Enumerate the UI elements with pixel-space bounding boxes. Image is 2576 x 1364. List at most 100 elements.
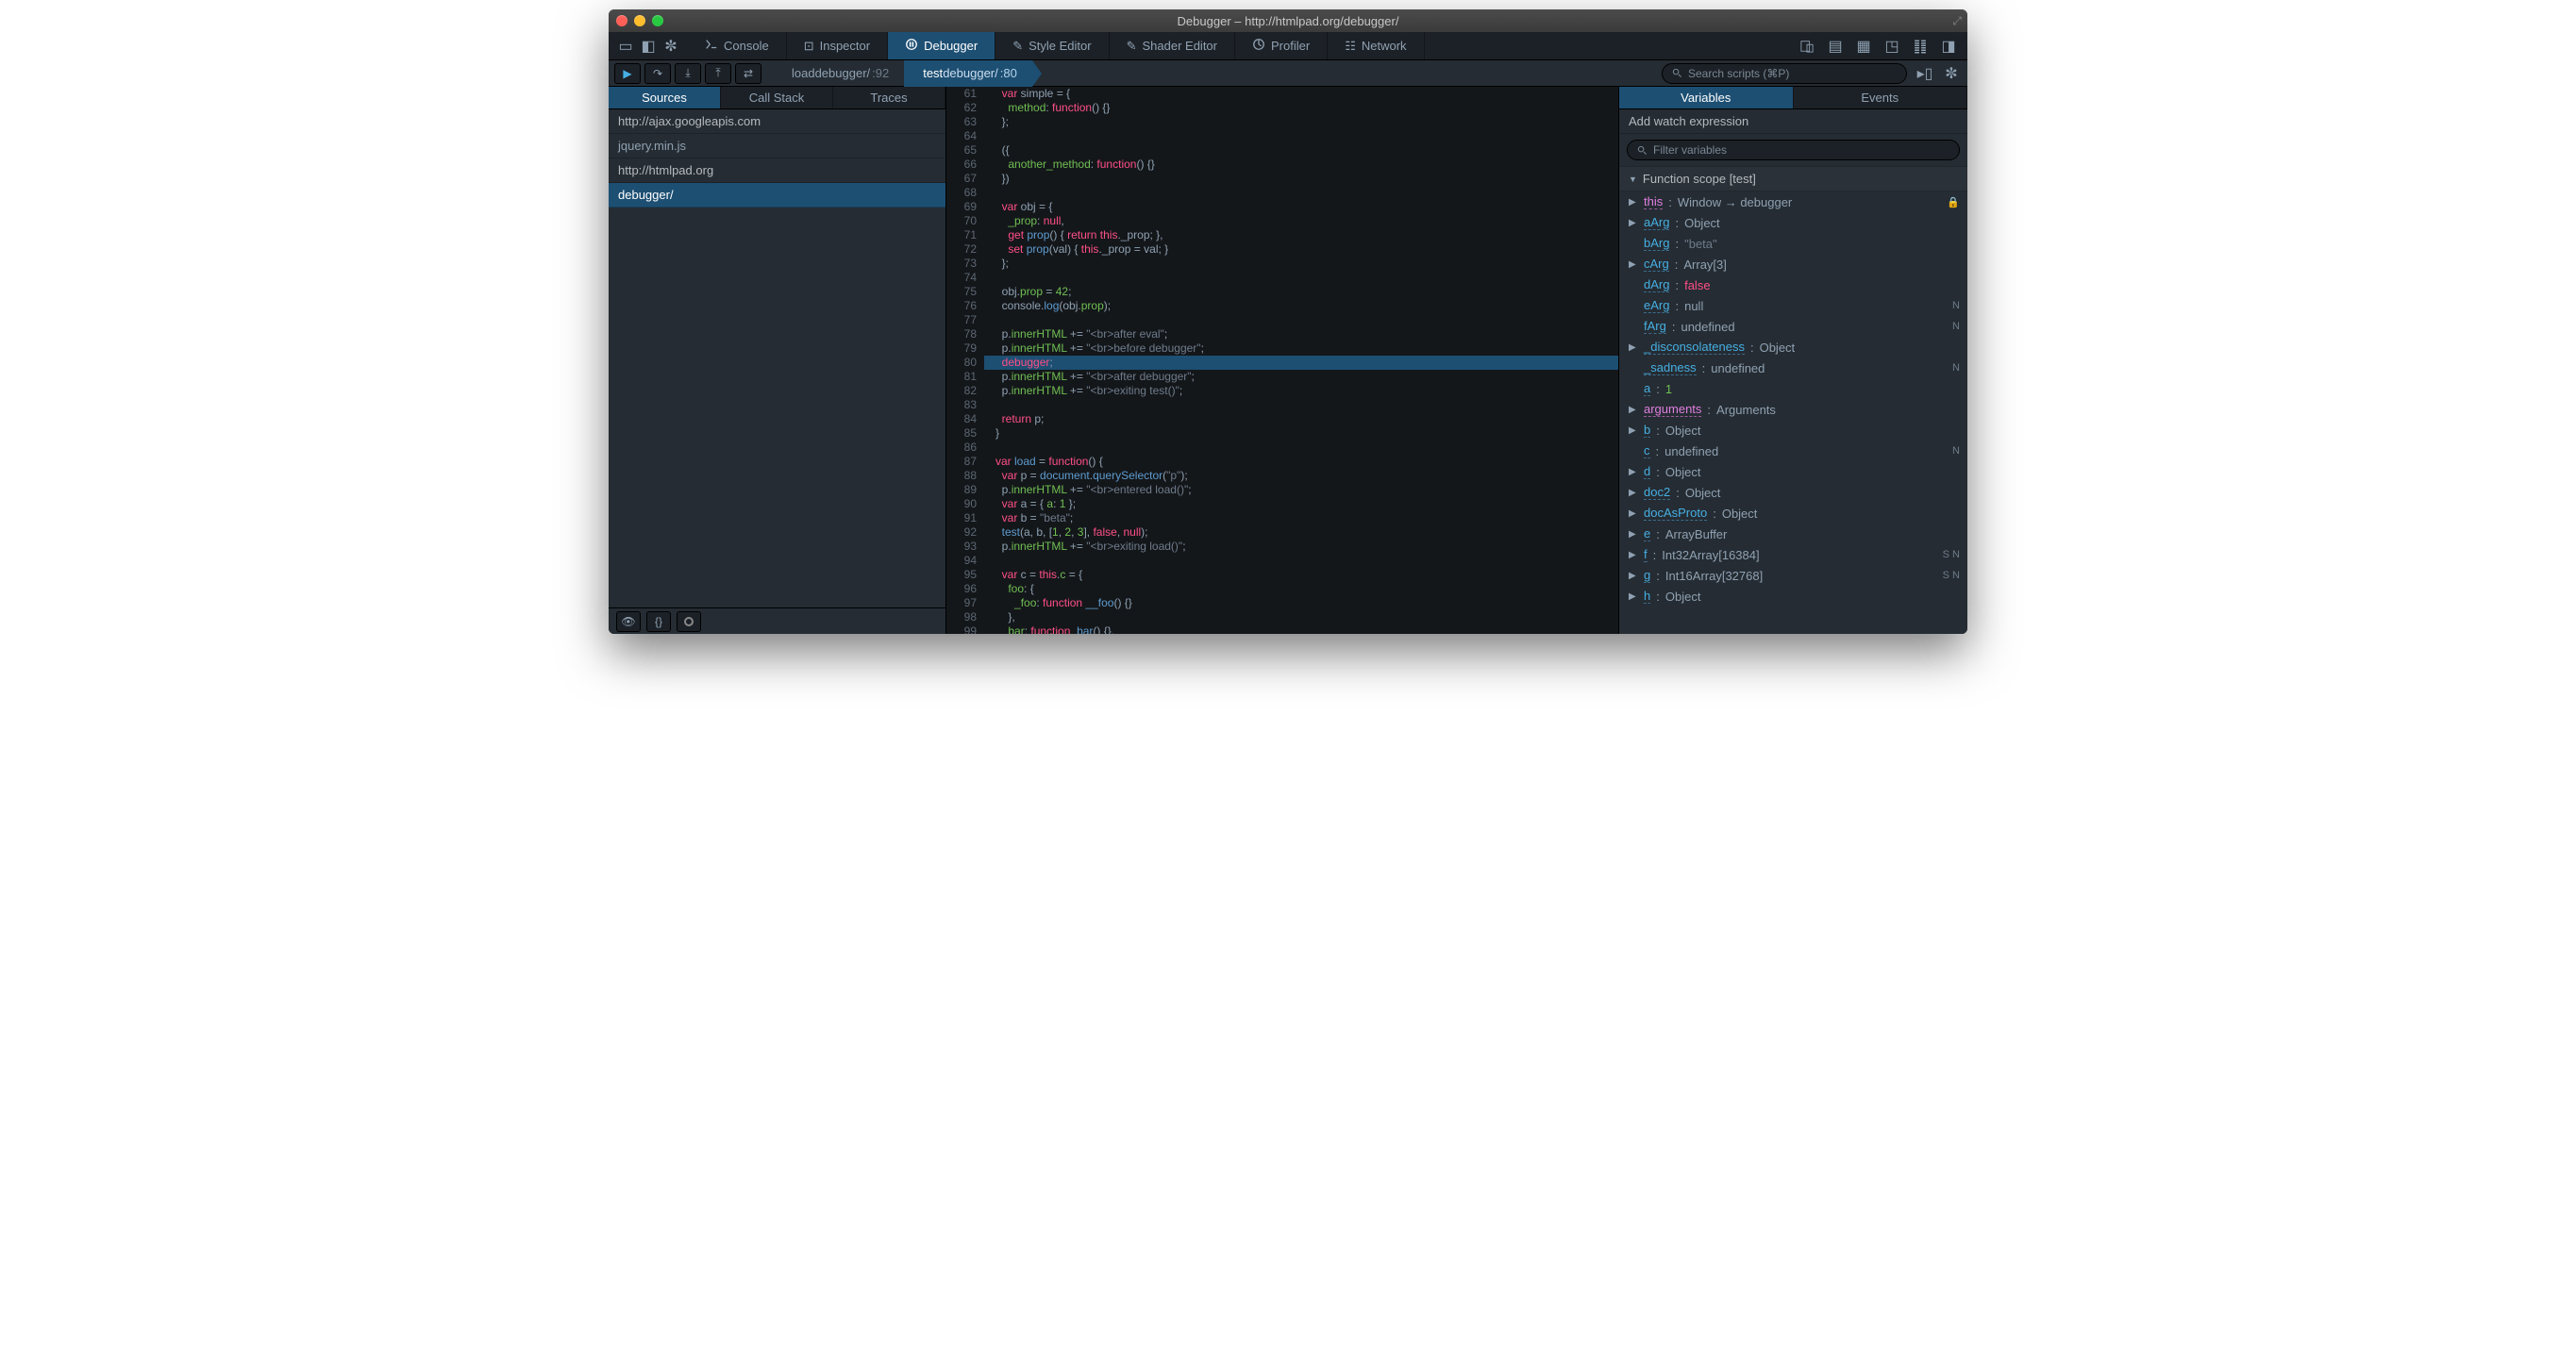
scope-header[interactable]: ▼ Function scope [test] — [1619, 166, 1967, 191]
line-number[interactable]: 69 — [946, 200, 977, 214]
debugger-options-icon[interactable]: ✼ — [1941, 63, 1962, 84]
code-line[interactable]: p.innerHTML += "<br>before debugger"; — [984, 341, 1618, 356]
code-line[interactable]: console.log(obj.prop); — [984, 299, 1618, 313]
line-number[interactable]: 64 — [946, 129, 977, 143]
maximize-icon[interactable]: ⤢ — [1952, 14, 1962, 28]
code-line[interactable]: var load = function() { — [984, 455, 1618, 469]
line-number[interactable]: 83 — [946, 398, 977, 412]
code-line[interactable]: test(a, b, [1, 2, 3], false, null); — [984, 525, 1618, 540]
code-line[interactable] — [984, 271, 1618, 285]
line-number[interactable]: 75 — [946, 285, 977, 299]
line-number[interactable]: 70 — [946, 214, 977, 228]
line-number[interactable]: 98 — [946, 610, 977, 624]
code-line[interactable]: method: function() {} — [984, 101, 1618, 115]
split-view-icon[interactable]: ◧ — [639, 37, 658, 56]
source-item[interactable]: debugger/ — [609, 183, 945, 208]
variable-row[interactable]: ▶cArg: Array[3] — [1619, 254, 1967, 274]
variable-row[interactable]: ▶f: Int32Array[16384]S N — [1619, 544, 1967, 565]
right-tab-events[interactable]: Events — [1794, 87, 1968, 108]
right-tab-variables[interactable]: Variables — [1619, 87, 1794, 108]
left-tab-sources[interactable]: Sources — [609, 87, 721, 108]
variable-row[interactable]: ▶b: Object — [1619, 420, 1967, 441]
variable-row[interactable]: ▶this: Window → debugger🔒 — [1619, 191, 1967, 212]
line-number[interactable]: 67 — [946, 172, 977, 186]
line-number[interactable]: 91 — [946, 511, 977, 525]
variable-row[interactable]: ▶e: ArrayBuffer — [1619, 524, 1967, 544]
code-line[interactable]: debugger; — [984, 356, 1618, 370]
line-number[interactable]: 62 — [946, 101, 977, 115]
code-line[interactable]: } — [984, 426, 1618, 441]
variable-row[interactable]: ▶arguments: Arguments — [1619, 399, 1967, 420]
code-line[interactable]: foo: { — [984, 582, 1618, 596]
toggle-panes-button[interactable]: ▸▯ — [1915, 63, 1935, 84]
pretty-print-button[interactable]: {} — [646, 611, 671, 632]
variable-row[interactable]: ▶g: Int16Array[32768]S N — [1619, 565, 1967, 586]
code-line[interactable]: var c = this.c = { — [984, 568, 1618, 582]
left-tab-call-stack[interactable]: Call Stack — [721, 87, 833, 108]
line-number[interactable]: 90 — [946, 497, 977, 511]
line-number[interactable]: 72 — [946, 242, 977, 257]
line-number[interactable]: 79 — [946, 341, 977, 356]
step-over-button[interactable]: ↷ — [644, 63, 671, 84]
variable-row[interactable]: ▶h: Object — [1619, 586, 1967, 607]
line-number[interactable]: 81 — [946, 370, 977, 384]
code-line[interactable]: p.innerHTML += "<br>after eval"; — [984, 327, 1618, 341]
line-number[interactable]: 86 — [946, 441, 977, 455]
tool-tab-inspector[interactable]: ⊡Inspector — [787, 32, 888, 59]
line-number[interactable]: 68 — [946, 186, 977, 200]
trace-record-button[interactable] — [677, 611, 701, 632]
variable-row[interactable]: ▶docAsProto: Object — [1619, 503, 1967, 524]
toggle-breakpoints-button[interactable]: ⇄ — [735, 63, 761, 84]
variable-row[interactable]: ▶doc2: Object — [1619, 482, 1967, 503]
code-line[interactable]: var a = { a: 1 }; — [984, 497, 1618, 511]
variable-row[interactable]: dArg: false — [1619, 274, 1967, 295]
iframe-picker-icon[interactable]: ▭ — [616, 37, 635, 56]
step-in-button[interactable]: ⤓ — [675, 63, 701, 84]
code-line[interactable]: }, — [984, 610, 1618, 624]
stack-frame[interactable]: test debugger/:80 — [904, 60, 1032, 87]
line-number[interactable]: 74 — [946, 271, 977, 285]
variable-row[interactable]: ▶_disconsolateness: Object — [1619, 337, 1967, 358]
code-line[interactable]: _prop: null, — [984, 214, 1618, 228]
dock-side-icon[interactable]: ◨ — [1939, 37, 1958, 56]
variable-row[interactable]: ▶aArg: Object — [1619, 212, 1967, 233]
line-number[interactable]: 95 — [946, 568, 977, 582]
eyedropper-icon[interactable]: ䷁ — [1911, 37, 1930, 56]
code-line[interactable]: another_method: function() {} — [984, 158, 1618, 172]
code-line[interactable]: p.innerHTML += "<br>entered load()"; — [984, 483, 1618, 497]
line-number[interactable]: 97 — [946, 596, 977, 610]
line-number[interactable]: 92 — [946, 525, 977, 540]
line-number[interactable]: 89 — [946, 483, 977, 497]
code-line[interactable]: ({ — [984, 143, 1618, 158]
line-number[interactable]: 84 — [946, 412, 977, 426]
variable-row[interactable]: ▶d: Object — [1619, 461, 1967, 482]
code-line[interactable]: p.innerHTML += "<br>exiting test()"; — [984, 384, 1618, 398]
line-number[interactable]: 76 — [946, 299, 977, 313]
code-line[interactable]: }; — [984, 257, 1618, 271]
stack-frame[interactable]: load debugger/:92 — [773, 60, 904, 87]
line-number[interactable]: 85 — [946, 426, 977, 441]
code-line[interactable] — [984, 441, 1618, 455]
code-line[interactable] — [984, 313, 1618, 327]
variable-row[interactable]: c: undefinedN — [1619, 441, 1967, 461]
toggle-blackbox-button[interactable]: 👁 — [616, 611, 641, 632]
code-line[interactable] — [984, 129, 1618, 143]
code-line[interactable] — [984, 398, 1618, 412]
line-number[interactable]: 82 — [946, 384, 977, 398]
line-number[interactable]: 78 — [946, 327, 977, 341]
code-line[interactable]: var b = "beta"; — [984, 511, 1618, 525]
variable-row[interactable]: _sadness: undefinedN — [1619, 358, 1967, 378]
line-number[interactable]: 77 — [946, 313, 977, 327]
paint-flashing-icon[interactable]: ▦ — [1854, 37, 1873, 56]
source-group[interactable]: http://ajax.googleapis.com — [609, 109, 945, 134]
line-number[interactable]: 99 — [946, 624, 977, 634]
code-line[interactable] — [984, 186, 1618, 200]
add-watch-expression[interactable]: Add watch expression — [1619, 109, 1967, 134]
line-number[interactable]: 61 — [946, 87, 977, 101]
search-scripts-input[interactable]: Search scripts (⌘P) — [1662, 63, 1907, 84]
tool-tab-console[interactable]: Console — [688, 32, 787, 59]
gear-icon[interactable]: ✼ — [661, 37, 680, 56]
scratchpad-icon[interactable]: ▤ — [1826, 37, 1845, 56]
tool-tab-shader-editor[interactable]: ✎Shader Editor — [1110, 32, 1235, 59]
resume-button[interactable]: ▶ — [614, 63, 641, 84]
